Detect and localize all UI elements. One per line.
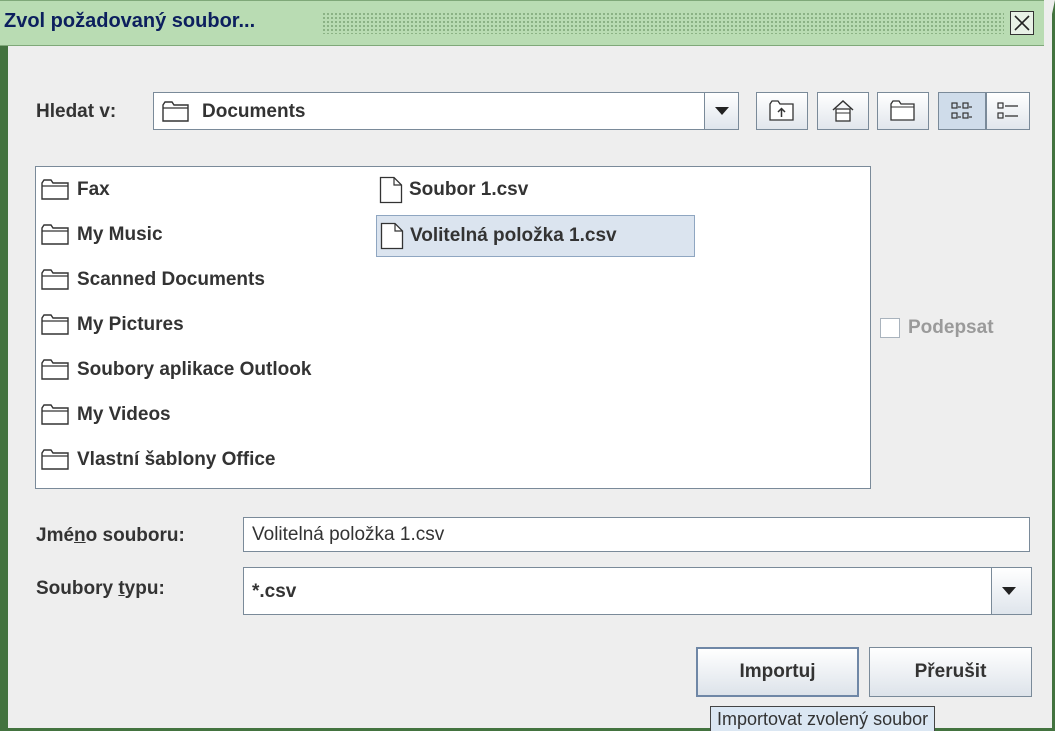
close-button[interactable] bbox=[1010, 11, 1034, 35]
title-bar-grip bbox=[322, 12, 1004, 34]
filetype-dropdown-arrow[interactable] bbox=[991, 568, 1031, 614]
folder-icon bbox=[41, 269, 69, 290]
folder-item[interactable]: My Pictures bbox=[38, 308, 190, 342]
up-folder-icon bbox=[769, 100, 794, 121]
folder-icon bbox=[41, 224, 69, 245]
home-icon bbox=[832, 99, 854, 122]
look-in-value: Documents bbox=[202, 101, 306, 122]
sign-checkbox-box[interactable] bbox=[880, 318, 900, 338]
folder-item-label: Scanned Documents bbox=[77, 269, 265, 290]
folder-icon bbox=[41, 404, 69, 425]
folder-item-label: My Pictures bbox=[77, 314, 184, 335]
folder-item[interactable]: Soubory aplikace Outlook bbox=[38, 353, 317, 387]
filename-label: Jméno souboru: bbox=[36, 525, 185, 547]
filetype-label-part: ypu: bbox=[124, 578, 165, 599]
file-item[interactable]: Soubor 1.csv bbox=[376, 173, 534, 207]
sign-checkbox[interactable]: Podepsat bbox=[880, 317, 994, 339]
look-in-label: Hledat v: bbox=[36, 101, 117, 122]
folder-icon bbox=[162, 101, 189, 122]
folder-item-label: Fax bbox=[77, 179, 110, 200]
filetype-combo[interactable]: *.csv bbox=[243, 567, 1032, 615]
look-in-combo[interactable]: Documents bbox=[153, 92, 739, 130]
import-tooltip: Importovat zvolený soubor bbox=[710, 706, 936, 731]
folder-item[interactable]: Fax bbox=[38, 173, 116, 207]
details-view-icon bbox=[997, 102, 1018, 119]
document-icon bbox=[380, 222, 404, 250]
document-icon bbox=[379, 176, 403, 204]
folder-item[interactable]: My Videos bbox=[38, 398, 177, 432]
folder-icon bbox=[41, 179, 69, 200]
folder-item[interactable]: Scanned Documents bbox=[38, 263, 271, 297]
folder-icon bbox=[41, 449, 69, 470]
new-folder-icon bbox=[890, 100, 915, 121]
up-folder-button[interactable] bbox=[756, 92, 808, 130]
list-view-icon bbox=[951, 102, 972, 119]
file-item-label: Volitelná položka 1.csv bbox=[410, 225, 617, 246]
list-view-button[interactable] bbox=[938, 92, 986, 130]
close-icon bbox=[1014, 15, 1030, 31]
filename-label-part: Jmé bbox=[36, 525, 75, 546]
filename-field[interactable] bbox=[243, 517, 1030, 552]
sign-checkbox-label: Podepsat bbox=[908, 317, 994, 338]
cancel-button[interactable]: Přerušit bbox=[869, 647, 1032, 697]
import-button[interactable]: Importuj bbox=[696, 647, 859, 697]
filename-label-mnemonic: n bbox=[74, 525, 86, 546]
file-item-selected[interactable]: Volitelná položka 1.csv bbox=[376, 215, 695, 257]
details-view-button[interactable] bbox=[986, 92, 1030, 130]
folder-item-label: My Music bbox=[77, 224, 163, 245]
folder-item[interactable]: Vlastní šablony Office bbox=[38, 443, 282, 477]
file-list[interactable]: Fax My Music Scanned Documents My Pictur… bbox=[35, 166, 871, 489]
file-item-label: Soubor 1.csv bbox=[409, 179, 529, 200]
folder-icon bbox=[41, 359, 69, 380]
filename-label-part: o souboru: bbox=[85, 525, 185, 546]
filetype-value: *.csv bbox=[252, 581, 297, 602]
folder-icon bbox=[41, 314, 69, 335]
new-folder-button[interactable] bbox=[877, 92, 929, 130]
look-in-dropdown-arrow[interactable] bbox=[704, 93, 738, 129]
folder-item-label: Soubory aplikace Outlook bbox=[77, 359, 312, 380]
title-bar[interactable]: Zvol požadovaný soubor... bbox=[0, 0, 1044, 46]
folder-item-label: My Videos bbox=[77, 404, 171, 425]
dialog-title: Zvol požadovaný soubor... bbox=[4, 10, 256, 32]
folder-item-label: Vlastní šablony Office bbox=[77, 449, 276, 470]
filetype-label-part: Soubory bbox=[36, 578, 119, 599]
folder-item[interactable]: My Music bbox=[38, 218, 169, 252]
filetype-label: Soubory typu: bbox=[36, 578, 165, 600]
home-button[interactable] bbox=[817, 92, 869, 130]
filename-input[interactable] bbox=[244, 518, 1029, 551]
